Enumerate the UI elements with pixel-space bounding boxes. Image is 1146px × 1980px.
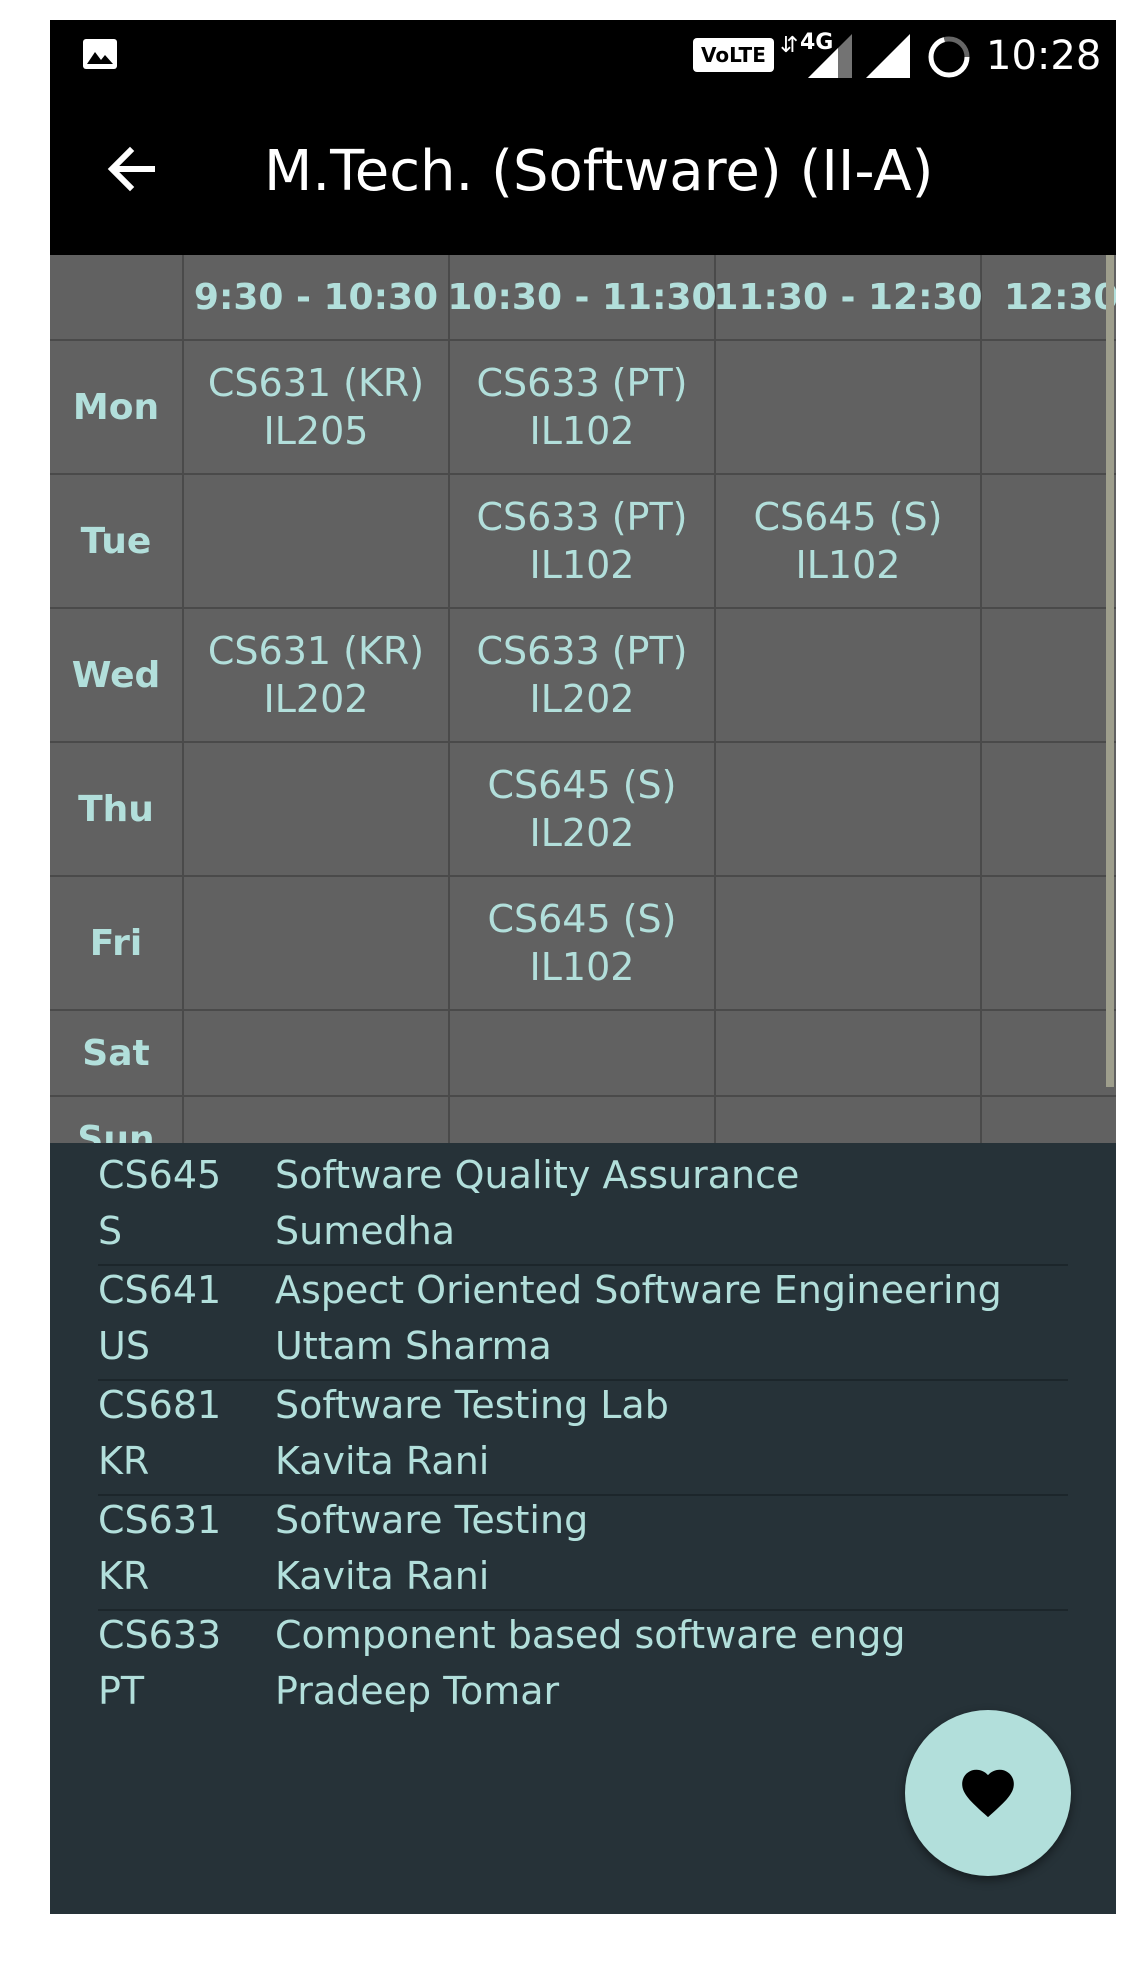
signal-strength-icon — [866, 34, 910, 78]
timetable-cell[interactable]: CS633 (PT) IL102 — [450, 341, 716, 475]
list-item[interactable]: CS631 Software Testing KR Kavita Rani — [98, 1494, 1068, 1611]
course-code: CS633 (PT) — [476, 629, 688, 673]
clock: 10:28 — [986, 33, 1102, 79]
time-slot-header: 10:30 - 11:30 — [447, 255, 717, 341]
app-bar: M.Tech. (Software) (II-A) — [50, 95, 1116, 255]
course-code: CS631 (KR) — [207, 361, 425, 405]
heart-icon — [962, 1769, 1014, 1818]
timetable-cell[interactable] — [716, 1097, 982, 1143]
timetable-cell[interactable] — [716, 341, 982, 475]
scrollbar-thumb[interactable] — [1106, 255, 1114, 1087]
timetable-cell[interactable]: CS645 (S) IL202 — [450, 743, 716, 877]
day-label: Wed — [50, 609, 184, 743]
room-number: IL202 — [529, 677, 635, 721]
timetable-cell[interactable] — [982, 475, 1116, 609]
time-slot-header: 12:30 — [982, 255, 1116, 341]
teacher-name: Sumedha — [275, 1209, 456, 1253]
course-code: CS645 (S) — [753, 495, 943, 539]
timetable-cell[interactable]: CS645 (S) IL102 — [716, 475, 982, 609]
timetable-cell[interactable]: CS631 (KR) IL202 — [184, 609, 450, 743]
room-number: IL202 — [263, 677, 369, 721]
teacher-abbr: PT — [98, 1669, 145, 1713]
timetable-cell[interactable]: CS645 (S) IL102 — [450, 877, 716, 1011]
gallery-icon — [83, 39, 117, 69]
time-slot-header: 9:30 - 10:30 — [184, 255, 450, 341]
page-title: M.Tech. (Software) (II-A) — [264, 139, 934, 204]
course-code: CS645 — [98, 1153, 222, 1197]
room-number: IL102 — [529, 543, 635, 587]
list-item[interactable]: CS641 Aspect Oriented Software Engineerin… — [98, 1264, 1068, 1381]
timetable-cell[interactable] — [450, 1097, 716, 1143]
timetable-cell[interactable] — [716, 743, 982, 877]
day-label: Tue — [50, 475, 184, 609]
timetable-cell[interactable] — [982, 877, 1116, 1011]
data-activity-icon: ⇵ — [780, 33, 799, 58]
timetable-cell[interactable] — [716, 1011, 982, 1097]
day-label: Fri — [50, 877, 184, 1011]
room-number: IL102 — [529, 945, 635, 989]
timetable-cell[interactable] — [982, 1011, 1116, 1097]
phone-screen: VoLTE ⇵ 4G 10:28 M.Tech. (Software) (II-… — [50, 20, 1116, 1914]
loading-spinner-icon — [928, 36, 970, 78]
room-number: IL102 — [795, 543, 901, 587]
course-code: CS645 (S) — [487, 763, 677, 807]
course-name: Aspect Oriented Software Engineering — [275, 1268, 1002, 1312]
teacher-name: Kavita Rani — [275, 1439, 490, 1483]
list-item[interactable]: CS681 Software Testing Lab KR Kavita Rani — [98, 1379, 1068, 1496]
arrow-back-icon[interactable] — [102, 139, 162, 199]
course-code: CS631 — [98, 1498, 222, 1542]
teacher-name: Pradeep Tomar — [275, 1669, 560, 1713]
course-code: CS641 — [98, 1268, 222, 1312]
day-label: Sat — [50, 1011, 184, 1097]
course-code: CS633 (PT) — [476, 495, 688, 539]
teacher-abbr: KR — [98, 1439, 150, 1483]
list-item[interactable]: CS633 Component based software engg PT Prad… — [98, 1609, 1068, 1724]
teacher-abbr: KR — [98, 1554, 150, 1598]
day-label: Thu — [50, 743, 184, 877]
timetable-cell[interactable] — [184, 743, 450, 877]
timetable-cell[interactable] — [450, 1011, 716, 1097]
teacher-abbr: US — [98, 1324, 150, 1368]
timetable-cell[interactable]: CS633 (PT) IL102 — [450, 475, 716, 609]
timetable-cell[interactable]: CS633 (PT) IL202 — [450, 609, 716, 743]
room-number: IL202 — [529, 811, 635, 855]
day-label: Mon — [50, 341, 184, 475]
timetable-cell[interactable] — [184, 1011, 450, 1097]
timetable-cell[interactable] — [184, 475, 450, 609]
signal-strength-icon — [808, 34, 852, 78]
course-name: Component based software engg — [275, 1613, 906, 1657]
time-slot-header: 11:30 - 12:30 — [713, 255, 983, 341]
course-code: CS681 — [98, 1383, 222, 1427]
course-name: Software Quality Assurance — [275, 1153, 800, 1197]
timetable-cell[interactable] — [716, 609, 982, 743]
timetable-cell[interactable] — [184, 877, 450, 1011]
course-name: Software Testing Lab — [275, 1383, 669, 1427]
timetable-cell[interactable]: CS631 (KR) IL205 — [184, 341, 450, 475]
course-code: CS633 (PT) — [476, 361, 688, 405]
timetable-cell[interactable] — [982, 1097, 1116, 1143]
teacher-name: Kavita Rani — [275, 1554, 490, 1598]
room-number: IL102 — [529, 409, 635, 453]
day-label: Sun — [50, 1097, 184, 1143]
timetable-cell[interactable] — [184, 1097, 450, 1143]
timetable-cell[interactable] — [982, 341, 1116, 475]
timetable-cell[interactable] — [982, 609, 1116, 743]
table-corner — [50, 255, 184, 341]
teacher-name: Uttam Sharma — [275, 1324, 552, 1368]
course-code: CS633 — [98, 1613, 222, 1657]
status-bar: VoLTE ⇵ 4G 10:28 — [50, 20, 1116, 95]
course-name: Software Testing — [275, 1498, 589, 1542]
timetable-cell[interactable] — [716, 877, 982, 1011]
course-code: CS645 (S) — [487, 897, 677, 941]
timetable-cell[interactable] — [982, 743, 1116, 877]
course-code: CS631 (KR) — [207, 629, 425, 673]
volte-badge: VoLTE — [693, 38, 774, 72]
room-number: IL205 — [263, 409, 369, 453]
teacher-abbr: S — [98, 1209, 123, 1253]
list-item[interactable]: CS645 Software Quality Assurance S Sumedha — [98, 1149, 1068, 1266]
favorite-button[interactable] — [905, 1710, 1071, 1876]
timetable[interactable]: 9:30 - 10:30 10:30 - 11:30 11:30 - 12:30 12… — [50, 255, 1116, 1143]
